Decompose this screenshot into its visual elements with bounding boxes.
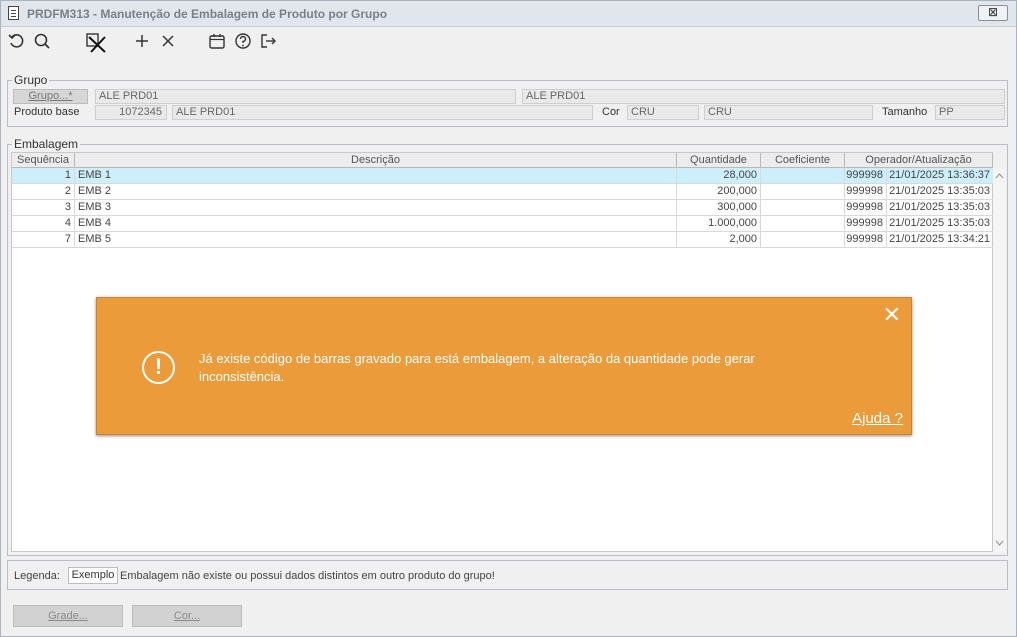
cell-operador: 999998	[845, 200, 887, 216]
column-header-quantidade[interactable]: Quantidade	[677, 153, 761, 168]
window-close-button[interactable]: ⊠	[978, 5, 1008, 21]
table-row[interactable]: 7 EMB 5 2,000 999998 21/01/2025 13:34:21	[12, 232, 993, 248]
grupo-code-field[interactable]: ALE PRD01	[95, 89, 516, 104]
cell-atualizacao: 21/01/2025 13:36:37	[889, 169, 990, 181]
cell-coeficiente[interactable]	[761, 200, 845, 216]
legenda-sample: Exemplo	[68, 567, 118, 584]
cell-coeficiente[interactable]	[761, 216, 845, 232]
column-header-descricao[interactable]: Descrição	[75, 153, 677, 168]
grupo-desc-field: ALE PRD01	[522, 89, 1005, 104]
cor-code-field[interactable]: CRU	[627, 105, 699, 120]
cell-quantidade[interactable]: 2,000	[677, 232, 761, 248]
cor-button[interactable]: Cor...	[132, 605, 242, 627]
legenda-description: Embalagem não existe ou possui dados dis…	[120, 570, 495, 582]
column-header-coeficiente[interactable]: Coeficiente	[761, 153, 845, 168]
search-icon[interactable]	[32, 31, 52, 51]
cell-quantidade[interactable]: 1.000,000	[677, 216, 761, 232]
tamanho-label: Tamanho	[882, 106, 928, 118]
cell-quantidade[interactable]: 300,000	[677, 200, 761, 216]
document-icon	[8, 6, 19, 20]
produto-base-code-field[interactable]: 1072345	[95, 105, 167, 120]
grupo-legend: Grupo	[14, 73, 48, 87]
cell-sequencia: 2	[12, 184, 75, 200]
table-row[interactable]: 1 EMB 1 28,000 999998 21/01/2025 13:36:3…	[12, 168, 993, 184]
table-row[interactable]: 3 EMB 3 300,000 999998 21/01/2025 13:35:…	[12, 200, 993, 216]
cell-descricao: EMB 5	[75, 232, 677, 248]
toast-message: Já existe código de barras gravado para …	[199, 351, 755, 384]
grupo-lookup-button[interactable]: Grupo...*	[13, 89, 88, 104]
cell-operador: 999998	[845, 232, 887, 248]
column-header-sequencia[interactable]: Sequência	[12, 153, 75, 168]
cell-atualizacao: 21/01/2025 13:35:03	[889, 185, 990, 197]
add-icon[interactable]	[132, 31, 152, 51]
exit-icon[interactable]	[258, 31, 278, 51]
cell-descricao: EMB 3	[75, 200, 677, 216]
scroll-up-icon[interactable]	[993, 170, 1006, 182]
column-header-operador[interactable]: Operador/Atualização	[845, 153, 993, 168]
table-row[interactable]: 4 EMB 4 1.000,000 999998 21/01/2025 13:3…	[12, 216, 993, 232]
cell-sequencia: 1	[12, 168, 75, 184]
warning-toast: ✕ ! Já existe código de barras gravado p…	[96, 297, 912, 435]
table-row[interactable]: 2 EMB 2 200,000 999998 21/01/2025 13:35:…	[12, 184, 993, 200]
cell-descricao: EMB 2	[75, 184, 677, 200]
delete-icon[interactable]	[158, 31, 178, 51]
cell-descricao: EMB 4	[75, 216, 677, 232]
scroll-down-icon[interactable]	[993, 538, 1006, 550]
grade-button-label: Grade...	[48, 610, 88, 622]
cell-descricao: EMB 1	[75, 168, 677, 184]
cancel-record-icon[interactable]	[85, 31, 106, 53]
legenda-label: Legenda:	[14, 570, 60, 582]
cell-sequencia: 7	[12, 232, 75, 248]
cor-label: Cor	[602, 106, 620, 118]
cell-coeficiente[interactable]	[761, 232, 845, 248]
cell-operador: 999998	[845, 168, 887, 184]
grade-button[interactable]: Grade...	[13, 605, 123, 627]
cell-sequencia: 4	[12, 216, 75, 232]
window-title: PRDFM313 - Manutenção de Embalagem de Pr…	[27, 7, 388, 21]
help-link[interactable]: Ajuda ?	[852, 410, 903, 427]
tamanho-field[interactable]: PP	[935, 105, 1005, 120]
produto-base-label: Produto base	[14, 106, 80, 118]
cell-operador: 999998	[845, 216, 887, 232]
toast-close-icon[interactable]: ✕	[883, 304, 901, 326]
cell-quantidade[interactable]: 28,000	[677, 168, 761, 184]
cell-coeficiente[interactable]	[761, 184, 845, 200]
cell-operador: 999998	[845, 184, 887, 200]
toolbar	[1, 28, 1016, 56]
title-bar: PRDFM313 - Manutenção de Embalagem de Pr…	[1, 1, 1016, 27]
cor-button-label: Cor...	[173, 610, 201, 622]
cell-coeficiente[interactable]	[761, 168, 845, 184]
cell-sequencia: 3	[12, 200, 75, 216]
cell-atualizacao: 21/01/2025 13:35:03	[889, 201, 990, 213]
calendar-icon[interactable]	[207, 31, 227, 51]
help-icon[interactable]	[233, 31, 253, 51]
cell-atualizacao: 21/01/2025 13:34:21	[889, 233, 990, 245]
undo-icon[interactable]	[7, 31, 27, 51]
cell-quantidade[interactable]: 200,000	[677, 184, 761, 200]
warning-icon: !	[142, 351, 175, 384]
app-window: PRDFM313 - Manutenção de Embalagem de Pr…	[0, 0, 1017, 637]
embalagem-legend: Embalagem	[14, 137, 79, 151]
cell-atualizacao: 21/01/2025 13:35:03	[889, 217, 990, 229]
legenda-bar: Legenda: Exemplo Embalagem não existe ou…	[7, 560, 1008, 590]
cor-desc-field: CRU	[704, 105, 873, 120]
table-scrollbar[interactable]	[993, 168, 1006, 552]
produto-base-desc-field: ALE PRD01	[172, 105, 593, 120]
